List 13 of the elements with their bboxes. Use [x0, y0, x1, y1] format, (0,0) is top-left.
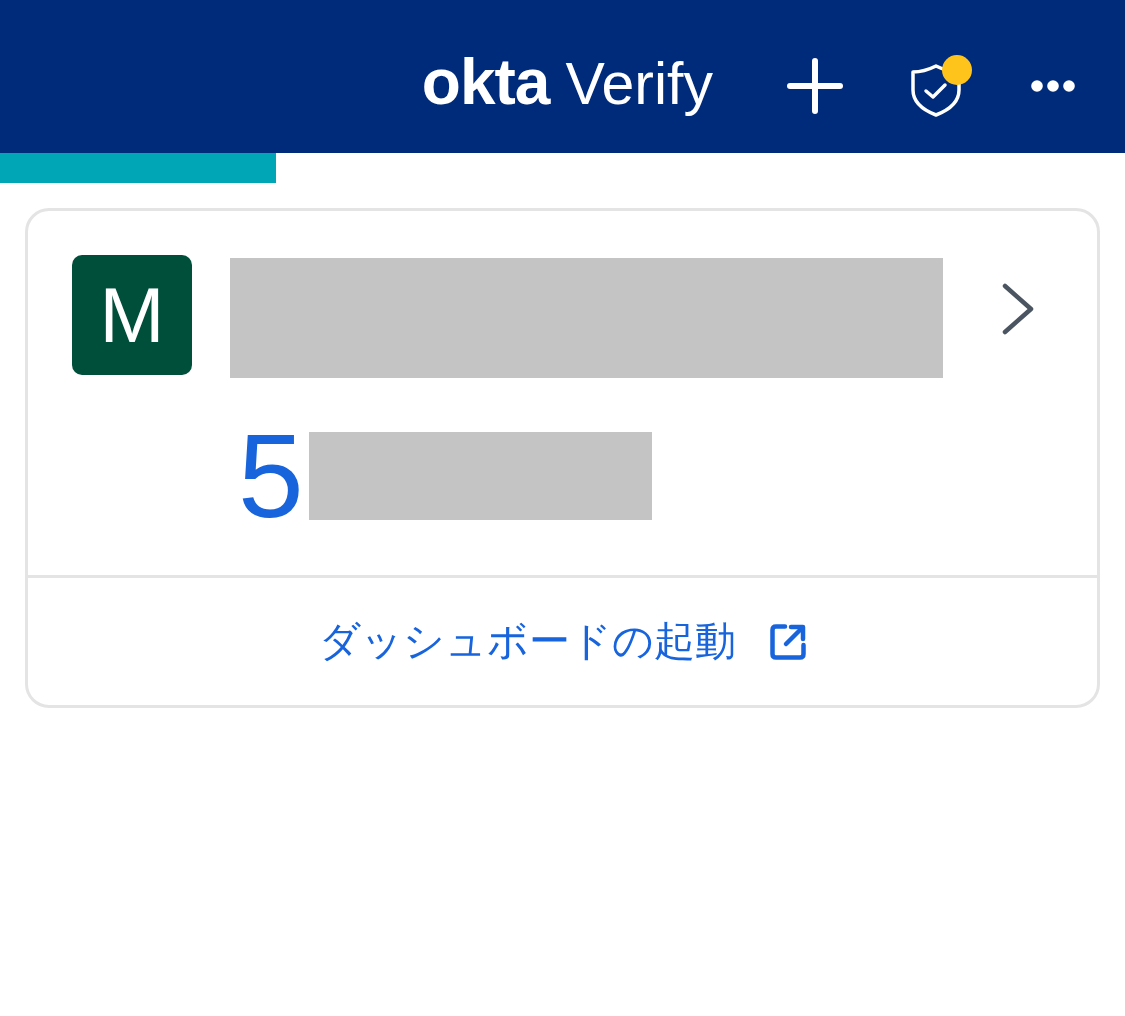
brand-logo: okta: [421, 50, 550, 114]
app-title: Verify: [565, 55, 713, 114]
launch-dashboard-link[interactable]: ダッシュボードの起動: [318, 614, 807, 669]
account-card[interactable]: M 5 ダッシュボードの起動: [25, 208, 1100, 708]
add-account-button[interactable]: [786, 57, 844, 115]
external-link-icon: [768, 622, 807, 661]
more-button[interactable]: [1031, 80, 1075, 92]
plus-icon: [786, 57, 844, 115]
passcode-text: 5: [238, 432, 304, 520]
more-icon: [1031, 80, 1075, 92]
security-button[interactable]: [910, 54, 972, 118]
chevron-right-icon[interactable]: [1002, 283, 1034, 335]
avatar-tile: M: [72, 255, 192, 375]
